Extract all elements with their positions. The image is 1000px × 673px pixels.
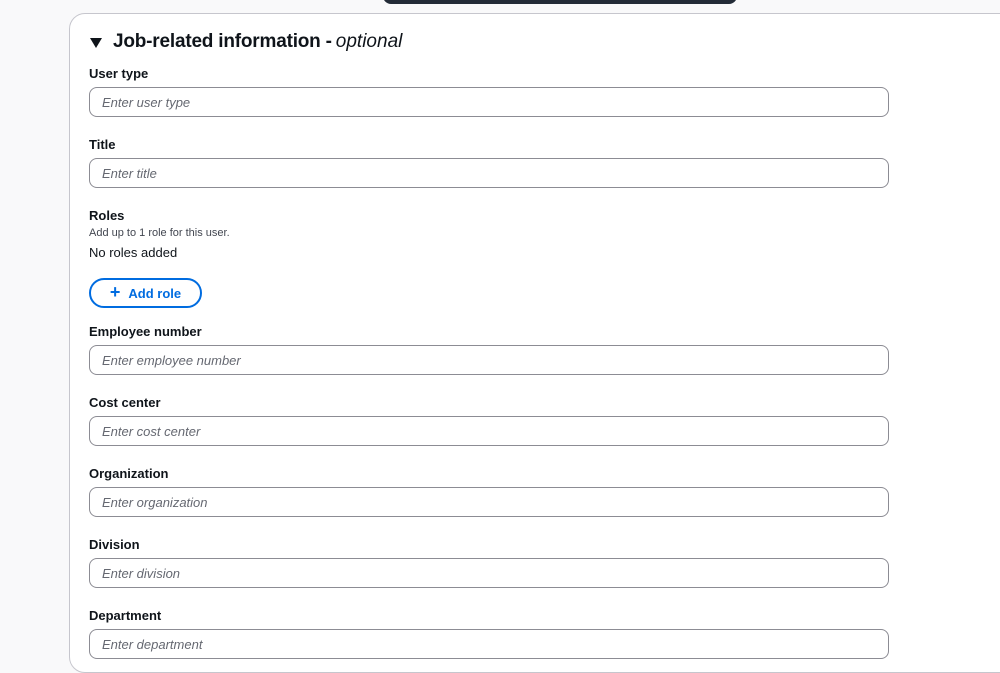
caret-down-icon <box>90 37 102 48</box>
plus-icon: + <box>109 282 121 302</box>
top-overlay-bar <box>383 0 737 4</box>
add-role-button[interactable]: + Add role <box>89 278 202 308</box>
organization-input[interactable] <box>89 487 889 517</box>
title-input[interactable] <box>89 158 889 188</box>
employee-number-input[interactable] <box>89 345 889 375</box>
employee-number-field: Employee number <box>89 324 889 375</box>
section-toggle[interactable]: Job-related information - optional <box>90 30 402 54</box>
job-info-container: Job-related information - optional User … <box>69 13 1000 673</box>
department-field: Department <box>89 608 889 659</box>
department-input[interactable] <box>89 629 889 659</box>
cost-center-input[interactable] <box>89 416 889 446</box>
add-role-label: Add role <box>128 285 182 301</box>
user-type-input[interactable] <box>89 87 889 117</box>
roles-empty-text: No roles added <box>89 245 178 260</box>
cost-center-label: Cost center <box>89 395 161 410</box>
division-label: Division <box>89 537 140 552</box>
division-input[interactable] <box>89 558 889 588</box>
section-optional-tag: optional <box>335 31 403 52</box>
department-label: Department <box>89 608 162 623</box>
user-type-field: User type <box>89 66 889 117</box>
title-label: Title <box>89 137 116 152</box>
section-title: Job-related information - <box>113 31 332 52</box>
user-type-label: User type <box>89 66 149 81</box>
employee-number-label: Employee number <box>89 324 202 339</box>
roles-description: Add up to 1 role for this user. <box>89 227 230 239</box>
organization-label: Organization <box>89 466 169 481</box>
roles-field: Roles Add up to 1 role for this user. No… <box>89 208 889 318</box>
title-field: Title <box>89 137 889 188</box>
cost-center-field: Cost center <box>89 395 889 446</box>
roles-label: Roles <box>89 208 125 223</box>
division-field: Division <box>89 537 889 588</box>
organization-field: Organization <box>89 466 889 517</box>
